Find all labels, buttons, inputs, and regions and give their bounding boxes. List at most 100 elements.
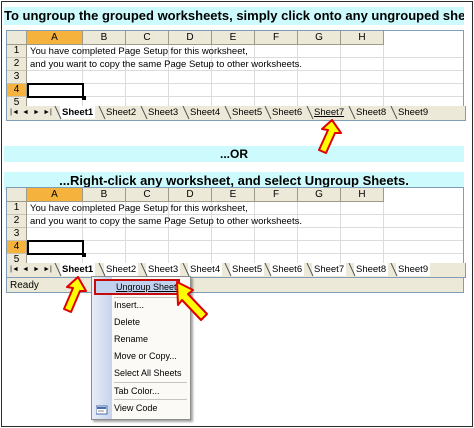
menu-separator <box>114 382 187 383</box>
arrow-to-sheet1-icon <box>63 276 87 313</box>
tab-divider <box>182 263 190 277</box>
menu-item-move-or-copy[interactable]: Move or Copy... <box>114 349 177 363</box>
first-sheet-icon[interactable]: |◄ <box>10 263 19 277</box>
column-header-a[interactable]: A <box>27 188 83 202</box>
tab-sheet7[interactable]: Sheet7 <box>312 263 347 276</box>
tab-sheet1[interactable]: Sheet1 <box>60 263 96 276</box>
column-header-c[interactable]: C <box>126 188 169 202</box>
tab-sheet8[interactable]: Sheet8 <box>354 106 388 119</box>
active-cell-a4[interactable] <box>27 240 86 257</box>
sheet-tab-bar-top: |◄ ◄ ► ►| Sheet1 Sheet2 Sheet3 Sheet4 Sheet5 Shee… <box>6 106 466 121</box>
menu-item-tab-color[interactable]: Tab Color... <box>114 384 160 398</box>
tab-divider <box>224 106 232 120</box>
row-header-1[interactable]: 1 <box>7 45 27 58</box>
arrow-to-sheet7-icon <box>318 119 342 154</box>
column-header-c[interactable]: C <box>126 31 169 45</box>
menu-item-select-all-sheets[interactable]: Select All Sheets <box>114 366 182 380</box>
menu-item-ungroup-sheets[interactable]: Ungroup Sheets <box>116 280 181 294</box>
row-header-3[interactable]: 3 <box>7 71 27 84</box>
menu-icon-gutter <box>92 277 112 419</box>
last-sheet-icon[interactable]: ►| <box>43 263 52 277</box>
tab-sheet9[interactable]: Sheet9 <box>396 263 431 276</box>
tab-sheet2[interactable]: Sheet2 <box>104 106 138 119</box>
arrow-to-ungroup-icon <box>176 281 208 321</box>
next-sheet-icon[interactable]: ► <box>32 106 41 120</box>
tab-sheet3[interactable]: Sheet3 <box>146 263 181 276</box>
tab-divider <box>264 106 272 120</box>
column-header-b[interactable]: B <box>83 31 126 45</box>
menu-item-insert[interactable]: Insert... <box>114 298 144 312</box>
column-header-e[interactable]: E <box>212 31 255 45</box>
tab-divider <box>224 263 232 277</box>
tab-sheet3[interactable]: Sheet3 <box>146 106 180 119</box>
column-header-f[interactable]: F <box>255 188 298 202</box>
tab-divider <box>98 106 106 120</box>
column-header-d[interactable]: D <box>169 31 212 45</box>
cell-a2-text: and you want to copy the same Page Setup… <box>30 59 302 70</box>
select-all-corner[interactable] <box>7 31 27 45</box>
select-all-corner[interactable] <box>7 188 27 202</box>
tab-sheet2[interactable]: Sheet2 <box>104 263 139 276</box>
tab-divider <box>348 106 356 120</box>
row-header-4[interactable]: 4 <box>7 84 27 97</box>
tab-sheet7[interactable]: Sheet7 <box>312 106 346 119</box>
tab-divider <box>54 106 62 120</box>
column-header-d[interactable]: D <box>169 188 212 202</box>
row-header-2[interactable]: 2 <box>7 215 27 228</box>
tab-sheet8[interactable]: Sheet8 <box>354 263 389 276</box>
tab-divider <box>264 263 272 277</box>
cell-a1-text: You have completed Page Setup for this w… <box>30 46 248 57</box>
tab-divider <box>182 106 190 120</box>
column-header-h[interactable]: H <box>341 31 384 45</box>
tab-sheet4[interactable]: Sheet4 <box>188 263 223 276</box>
worksheet-grid-top[interactable]: A B C D E F G H 1 2 3 4 5 You have completed Page Set… <box>6 30 464 110</box>
tab-divider <box>54 263 62 277</box>
column-header-g[interactable]: G <box>298 31 341 45</box>
column-header-g[interactable]: G <box>298 188 341 202</box>
tab-divider <box>140 106 148 120</box>
view-code-icon <box>95 402 108 415</box>
row-header-3[interactable]: 3 <box>7 228 27 241</box>
menu-item-delete[interactable]: Delete <box>114 315 140 329</box>
tab-divider <box>140 263 148 277</box>
column-header-f[interactable]: F <box>255 31 298 45</box>
table-row <box>27 241 463 254</box>
cell-a1-text: You have completed Page Setup for this w… <box>30 203 248 214</box>
banner-or: ...OR <box>4 146 464 162</box>
column-header-b[interactable]: B <box>83 188 126 202</box>
column-header-e[interactable]: E <box>212 188 255 202</box>
banner-top: To ungroup the grouped worksheets, simpl… <box>4 7 464 25</box>
table-row <box>27 84 463 97</box>
row-header-1[interactable]: 1 <box>7 202 27 215</box>
last-sheet-icon[interactable]: ►| <box>43 106 52 120</box>
tab-divider <box>306 263 314 277</box>
row-header-4[interactable]: 4 <box>7 241 27 254</box>
previous-sheet-icon[interactable]: ◄ <box>21 263 30 277</box>
tab-divider <box>98 263 106 277</box>
next-sheet-icon[interactable]: ► <box>32 263 41 277</box>
first-sheet-icon[interactable]: |◄ <box>10 106 19 120</box>
table-row <box>27 228 463 241</box>
tab-divider <box>390 106 398 120</box>
tab-sheet4[interactable]: Sheet4 <box>188 106 222 119</box>
menu-item-rename[interactable]: Rename <box>114 332 148 346</box>
row-header-2[interactable]: 2 <box>7 58 27 71</box>
menu-separator <box>114 399 187 400</box>
column-header-h[interactable]: H <box>341 188 384 202</box>
tab-sheet5[interactable]: Sheet5 <box>230 106 264 119</box>
worksheet-grid-bottom[interactable]: A B C D E F G H 1 2 3 4 5 You have completed Page Set… <box>6 187 464 267</box>
tab-sheet5[interactable]: Sheet5 <box>230 263 265 276</box>
active-cell-a4[interactable] <box>27 83 86 100</box>
status-text: Ready <box>10 280 39 291</box>
table-row <box>27 71 463 84</box>
menu-item-view-code[interactable]: View Code <box>114 401 157 415</box>
tab-sheet6[interactable]: Sheet6 <box>270 263 305 276</box>
tab-divider <box>390 263 398 277</box>
column-header-a[interactable]: A <box>27 31 83 45</box>
tab-sheet6[interactable]: Sheet6 <box>270 106 304 119</box>
previous-sheet-icon[interactable]: ◄ <box>21 106 30 120</box>
tab-divider <box>306 106 314 120</box>
tab-sheet9[interactable]: Sheet9 <box>396 106 430 119</box>
tab-sheet1[interactable]: Sheet1 <box>60 106 96 119</box>
tab-divider <box>348 263 356 277</box>
